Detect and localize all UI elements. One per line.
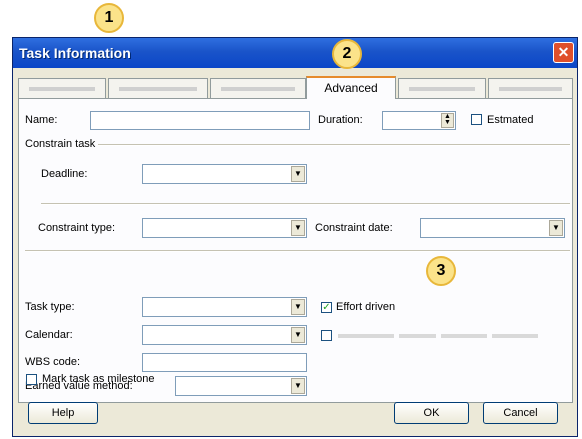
earned-value-method-dropdown[interactable]: ▼ <box>175 376 307 396</box>
calendar-dropdown[interactable]: ▼ <box>142 325 307 345</box>
help-button[interactable]: Help <box>28 402 98 424</box>
ignore-calendars-checkbox[interactable] <box>321 330 332 341</box>
chevron-down-icon[interactable]: ▼ <box>291 378 305 394</box>
advanced-panel: Name: Duration: ▲ ▼ Estmated Constrain ta… <box>18 98 573 403</box>
close-button[interactable]: ✕ <box>553 42 574 63</box>
checkmark-icon: ✓ <box>322 302 331 313</box>
duration-label: Duration: <box>318 114 363 126</box>
constraint-type-label: Constraint type: <box>38 222 116 234</box>
calendar-label: Calendar: <box>25 329 73 341</box>
chevron-down-icon[interactable]: ▼ <box>291 166 305 182</box>
constraint-date-label: Constraint date: <box>315 222 393 234</box>
ok-button[interactable]: OK <box>394 402 469 424</box>
ignore-calendars-label-3 <box>441 334 487 338</box>
estimated-label: Estmated <box>487 114 534 126</box>
chevron-down-icon[interactable]: ▼ <box>291 299 305 315</box>
window-title: Task Information <box>19 45 131 61</box>
spin-arrows-icon[interactable]: ▲ ▼ <box>441 113 454 128</box>
tab-predecessors[interactable] <box>108 78 208 98</box>
task-type-dropdown[interactable]: ▼ <box>142 297 307 317</box>
task-information-dialog: Task Information ✕ Advanced Name: Durati… <box>12 37 578 437</box>
tab-notes[interactable] <box>398 78 486 98</box>
title-bar: Task Information ✕ <box>13 38 577 68</box>
constraint-type-dropdown[interactable]: ▼ <box>142 218 307 238</box>
tab-advanced[interactable]: Advanced <box>306 76 396 99</box>
chevron-down-icon[interactable]: ▼ <box>549 220 563 236</box>
tab-advanced-label: Advanced <box>324 81 378 95</box>
effort-driven-checkbox[interactable]: ✓ <box>321 302 332 313</box>
callout-1: 1 <box>94 3 124 33</box>
tab-resources[interactable] <box>210 78 306 98</box>
deadline-dropdown[interactable]: ▼ <box>142 164 307 184</box>
constraint-divider <box>41 203 570 205</box>
name-field[interactable] <box>90 111 310 130</box>
duration-field[interactable]: ▲ ▼ <box>382 111 456 130</box>
ignore-calendars-label <box>338 334 394 338</box>
ignore-calendars-label-2 <box>399 334 436 338</box>
ignore-calendars-label-4 <box>492 334 538 338</box>
callout-2: 2 <box>332 39 362 69</box>
milestone-label: Mark task as milestone <box>42 373 155 385</box>
cancel-button[interactable]: Cancel <box>483 402 558 424</box>
callout-3: 3 <box>426 256 456 286</box>
deadline-label: Deadline: <box>41 168 88 180</box>
wbs-code-label: WBS code: <box>25 356 81 368</box>
chevron-down-icon[interactable]: ▼ <box>291 327 305 343</box>
tab-strip: Advanced <box>18 76 573 99</box>
wbs-code-field[interactable] <box>142 353 307 372</box>
name-label: Name: <box>25 114 58 126</box>
section-divider <box>25 250 570 252</box>
tab-general[interactable] <box>18 78 106 98</box>
chevron-down-icon[interactable]: ▼ <box>291 220 305 236</box>
close-icon: ✕ <box>557 44 570 60</box>
effort-driven-label: Effort driven <box>336 301 396 313</box>
task-type-label: Task type: <box>25 301 75 313</box>
constraint-date-dropdown[interactable]: ▼ <box>420 218 565 238</box>
milestone-checkbox[interactable] <box>26 374 37 385</box>
tab-custom-fields[interactable] <box>488 78 573 98</box>
constrain-group-divider <box>25 144 570 146</box>
estimated-checkbox[interactable] <box>471 114 482 125</box>
constrain-task-group-label: Constrain task <box>25 138 99 150</box>
